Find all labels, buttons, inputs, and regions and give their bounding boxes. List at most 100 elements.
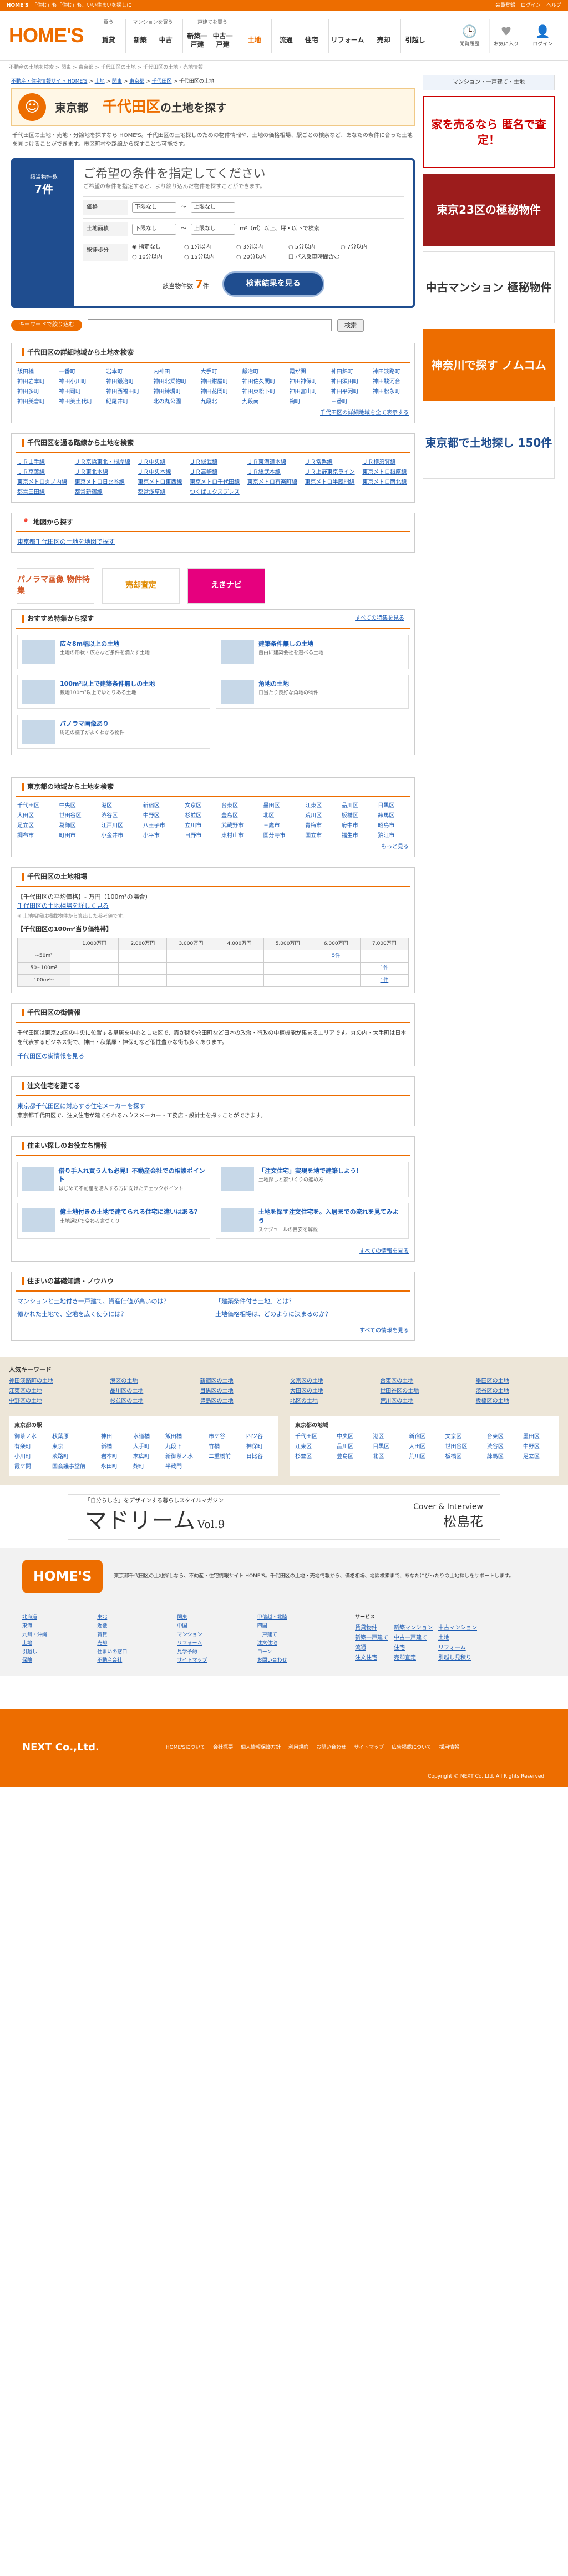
area-link[interactable]: 目黒区 xyxy=(373,1443,403,1451)
footer-link[interactable]: ローン xyxy=(257,1649,333,1656)
walk-radio[interactable]: ○ 10分以内 xyxy=(132,254,182,261)
city-link[interactable]: 小平市 xyxy=(143,832,180,840)
line-link[interactable]: ＪＲ常磐線 xyxy=(305,459,357,467)
area-link[interactable]: 北の丸公園 xyxy=(153,398,195,406)
company-link[interactable]: HOME'Sについて xyxy=(166,1744,205,1752)
keyword-link[interactable]: 港区の土地 xyxy=(110,1378,193,1385)
area-link[interactable]: 神田神保町 xyxy=(290,378,326,386)
area-link[interactable]: 千代田区 xyxy=(295,1433,331,1441)
area-link[interactable]: 神田東松下町 xyxy=(242,388,284,396)
walk-radio[interactable]: ○ 3分以内 xyxy=(236,244,286,251)
area-link[interactable]: 神田北乗物町 xyxy=(153,378,195,386)
area-link[interactable]: 台東区 xyxy=(487,1433,518,1441)
nav-new-mansion[interactable]: 新築 xyxy=(128,28,153,53)
area-link[interactable]: 神田錦町 xyxy=(331,368,367,376)
area-link[interactable]: 九段北 xyxy=(200,398,236,406)
line-link[interactable]: 東京メトロ有楽町線 xyxy=(247,479,300,487)
area-link[interactable]: 一番町 xyxy=(59,368,100,376)
line-link[interactable]: 東京メトロ半蔵門線 xyxy=(305,479,357,487)
footer-link[interactable]: お問い合わせ xyxy=(257,1657,333,1664)
station-link[interactable]: 大手町 xyxy=(133,1443,160,1451)
walk-radio[interactable]: ○ 5分以内 xyxy=(288,244,338,251)
city-link[interactable]: 世田谷区 xyxy=(59,812,96,820)
station-link[interactable]: 市ケ谷 xyxy=(209,1433,241,1441)
city-link[interactable]: 三鷹市 xyxy=(263,822,300,830)
city-link[interactable]: 渋谷区 xyxy=(101,812,138,820)
station-link[interactable]: 飯田橋 xyxy=(165,1433,203,1441)
area-link[interactable]: 霞が関 xyxy=(290,368,326,376)
city-link[interactable]: 江東区 xyxy=(305,802,336,810)
builder-link[interactable]: 東京都千代田区に対応する住宅メーカーを探す xyxy=(17,1102,145,1110)
service-link[interactable]: 引越し見積り xyxy=(438,1654,477,1662)
company-link[interactable]: サイトマップ xyxy=(354,1744,384,1752)
footer-link[interactable]: 近畿 xyxy=(97,1623,173,1630)
area-link[interactable]: 神田富山町 xyxy=(290,388,326,396)
city-link[interactable]: 中野区 xyxy=(143,812,180,820)
line-link[interactable]: ＪＲ総武線 xyxy=(190,459,242,467)
line-link[interactable]: 東京メトロ日比谷線 xyxy=(75,479,133,487)
footer-link[interactable]: 注文住宅 xyxy=(257,1640,333,1647)
station-link[interactable]: 秋葉原 xyxy=(52,1433,95,1441)
service-link[interactable]: 新築一戸建て xyxy=(355,1634,388,1642)
all-areas-link[interactable]: 千代田区の詳細地域を全て表示する xyxy=(320,410,409,416)
area-link[interactable]: 神田花岡町 xyxy=(200,388,236,396)
keyword-link[interactable]: 神田淡路町の土地 xyxy=(9,1378,103,1385)
area-link[interactable]: 北区 xyxy=(373,1453,403,1461)
footer-link[interactable]: サイトマップ xyxy=(178,1657,253,1664)
area-link[interactable]: 江東区 xyxy=(295,1443,331,1451)
city-link[interactable]: 北区 xyxy=(263,812,300,820)
footer-link[interactable]: 中国 xyxy=(178,1623,253,1630)
tip-card[interactable]: 億土地付きの土地で建てられる住宅に違いはある？ 土地選びで変わる家づくり xyxy=(17,1203,210,1239)
footer-link[interactable]: 土地 xyxy=(22,1640,93,1647)
area-link[interactable]: 三番町 xyxy=(331,398,367,406)
area-link[interactable]: 墨田区 xyxy=(523,1433,554,1441)
feature-card[interactable]: 広々8m幅以上の土地 土地の形状・広さなど条件を満たす土地 xyxy=(17,634,210,669)
all-tips-link[interactable]: すべての情報を見る xyxy=(359,1248,409,1254)
nav-rent[interactable]: 賃貸 xyxy=(97,28,121,53)
service-link[interactable]: 注文住宅 xyxy=(355,1654,388,1662)
line-link[interactable]: 東京メトロ南北線 xyxy=(362,479,409,487)
footer-link[interactable]: 北海道 xyxy=(22,1614,93,1621)
city-link[interactable]: 八王子市 xyxy=(143,822,180,830)
city-link[interactable]: 豊島区 xyxy=(221,812,258,820)
city-link[interactable]: 大田区 xyxy=(17,812,54,820)
station-link[interactable]: 半蔵門 xyxy=(165,1463,203,1471)
line-link[interactable]: ＪＲ東北本線 xyxy=(75,469,133,477)
city-link[interactable]: 千代田区 xyxy=(17,802,54,810)
city-link[interactable]: 港区 xyxy=(101,802,138,810)
side-ad[interactable]: 東京都で土地探し 150件 xyxy=(423,406,555,479)
help-link[interactable]: ヘルプ xyxy=(546,2,561,9)
service-link[interactable]: 住宅 xyxy=(394,1644,433,1652)
keyword-link[interactable]: 中野区の土地 xyxy=(9,1398,103,1405)
area-link[interactable]: 豊島区 xyxy=(337,1453,367,1461)
line-link[interactable]: ＪＲ中央本線 xyxy=(138,469,184,477)
all-basics-link[interactable]: すべての情報を見る xyxy=(359,1328,409,1334)
keyword-link[interactable]: 江東区の土地 xyxy=(9,1388,103,1395)
area-link[interactable]: 練馬区 xyxy=(487,1453,518,1461)
station-link[interactable]: 永田町 xyxy=(101,1463,128,1471)
tip-card[interactable]: 土地を探す注文住宅を。入居までの流れを見てみよう スケジュールの目安を解説 xyxy=(216,1203,409,1239)
city-link[interactable]: 東村山市 xyxy=(221,832,258,840)
area-link[interactable]: 中央区 xyxy=(337,1433,367,1441)
station-link[interactable]: 霞ケ関 xyxy=(14,1463,47,1471)
area-link[interactable]: 神田佐久間町 xyxy=(242,378,284,386)
city-link[interactable]: 中央区 xyxy=(59,802,96,810)
keyword-link[interactable]: 台東区の土地 xyxy=(380,1378,469,1385)
area-min-select[interactable]: 下限なし xyxy=(132,223,176,235)
feature-card[interactable]: 建築条件無しの土地 自由に建築会社を選べる土地 xyxy=(216,634,409,669)
area-link[interactable]: 神田西福田町 xyxy=(106,388,148,396)
footer-logo[interactable]: HOME'S xyxy=(22,1559,103,1594)
line-link[interactable]: ＪＲ京葉線 xyxy=(17,469,69,477)
footer-link[interactable]: リフォーム xyxy=(178,1640,253,1647)
city-link[interactable]: 目黒区 xyxy=(378,802,409,810)
city-link[interactable]: 国分寺市 xyxy=(263,832,300,840)
keyword-link[interactable]: 目黒区の土地 xyxy=(200,1388,283,1395)
area-max-select[interactable]: 上限なし xyxy=(191,223,235,235)
city-link[interactable]: 小金井市 xyxy=(101,832,138,840)
area-link[interactable]: 岩本町 xyxy=(106,368,148,376)
footer-link[interactable]: 引越し xyxy=(22,1649,93,1656)
walk-radio[interactable]: ○ 20分以内 xyxy=(236,254,286,261)
station-link[interactable]: 岩本町 xyxy=(101,1453,128,1461)
nav-housing[interactable]: 住宅 xyxy=(300,28,324,53)
line-link[interactable]: ＪＲ山手線 xyxy=(17,459,69,467)
